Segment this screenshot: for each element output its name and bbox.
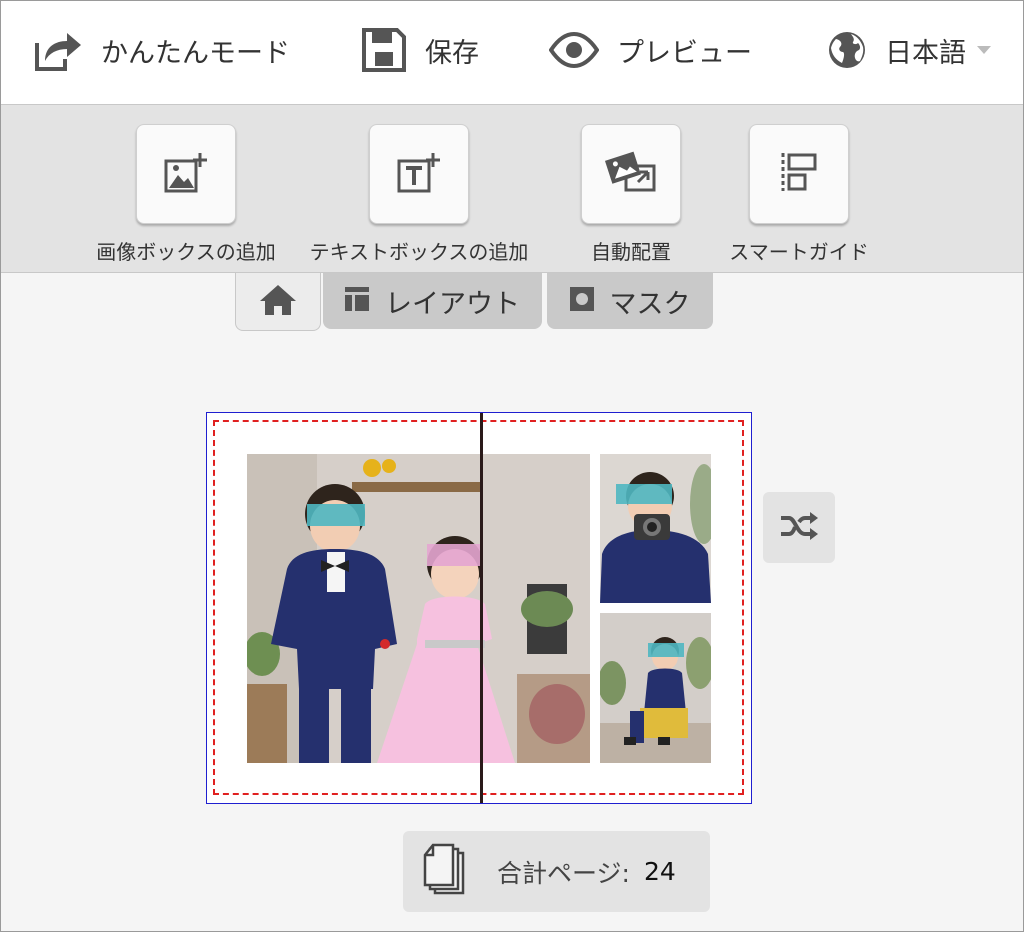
tab-mask-label: マスク: [609, 288, 691, 320]
preview-label: プレビュー: [617, 37, 752, 69]
add-text-box-label: テキストボックスの追加: [309, 240, 529, 264]
tab-home[interactable]: [235, 273, 321, 331]
shuffle-button[interactable]: [763, 492, 835, 563]
mask-icon: [569, 287, 594, 315]
shuffle-icon: [779, 511, 819, 545]
toolbar: 画像ボックスの追加 テキストボックスの追加 自動配置 スマートガイド: [1, 105, 1023, 273]
photo-main[interactable]: [247, 454, 590, 763]
smart-guide-label: スマートガイド: [729, 240, 869, 264]
add-text-box-tool: テキストボックスの追加: [299, 124, 539, 265]
save-label: 保存: [425, 37, 479, 69]
pages-icon: [423, 843, 469, 901]
text-add-icon: [397, 151, 441, 197]
add-image-box-tool: 画像ボックスの追加: [87, 124, 285, 265]
smart-guide-button[interactable]: [749, 124, 849, 224]
photo-bottom-right[interactable]: [600, 613, 711, 763]
page-count-panel: 合計ページ: 24: [403, 831, 710, 912]
tab-layout-label: レイアウト: [385, 288, 520, 320]
smart-guide-icon: [779, 151, 819, 197]
chevron-down-icon: [976, 45, 992, 55]
easy-mode-label: かんたんモード: [101, 37, 290, 69]
album-spread[interactable]: [206, 412, 752, 804]
page-count-value: 24: [643, 857, 676, 886]
eye-icon: [549, 32, 599, 68]
easy-mode-button[interactable]: かんたんモード: [33, 25, 290, 75]
language-select[interactable]: 日本語: [827, 25, 992, 75]
home-icon: [259, 284, 297, 320]
globe-icon: [827, 30, 867, 70]
smart-guide-tool: スマートガイド: [721, 124, 877, 265]
photo-top-right[interactable]: [600, 454, 711, 603]
add-image-box-label: 画像ボックスの追加: [96, 240, 276, 264]
share-icon: [33, 27, 83, 73]
top-bar: かんたんモード 保存 プレビュー 日本語: [1, 1, 1023, 105]
auto-layout-icon: [604, 150, 658, 198]
add-text-box-button[interactable]: [369, 124, 469, 224]
add-image-box-button[interactable]: [136, 124, 236, 224]
tab-layout[interactable]: レイアウト: [323, 273, 542, 329]
auto-layout-button[interactable]: [581, 124, 681, 224]
save-icon: [361, 27, 407, 73]
auto-layout-label: 自動配置: [591, 240, 671, 264]
spread-fold-line: [480, 413, 483, 803]
auto-layout-tool: 自動配置: [567, 124, 695, 265]
page-count-label: 合計ページ:: [497, 858, 630, 888]
save-button[interactable]: 保存: [361, 25, 479, 75]
image-add-icon: [164, 151, 208, 197]
preview-button[interactable]: プレビュー: [549, 25, 752, 75]
language-label: 日本語: [885, 37, 966, 69]
layout-icon: [345, 287, 369, 315]
tab-mask[interactable]: マスク: [547, 273, 713, 329]
